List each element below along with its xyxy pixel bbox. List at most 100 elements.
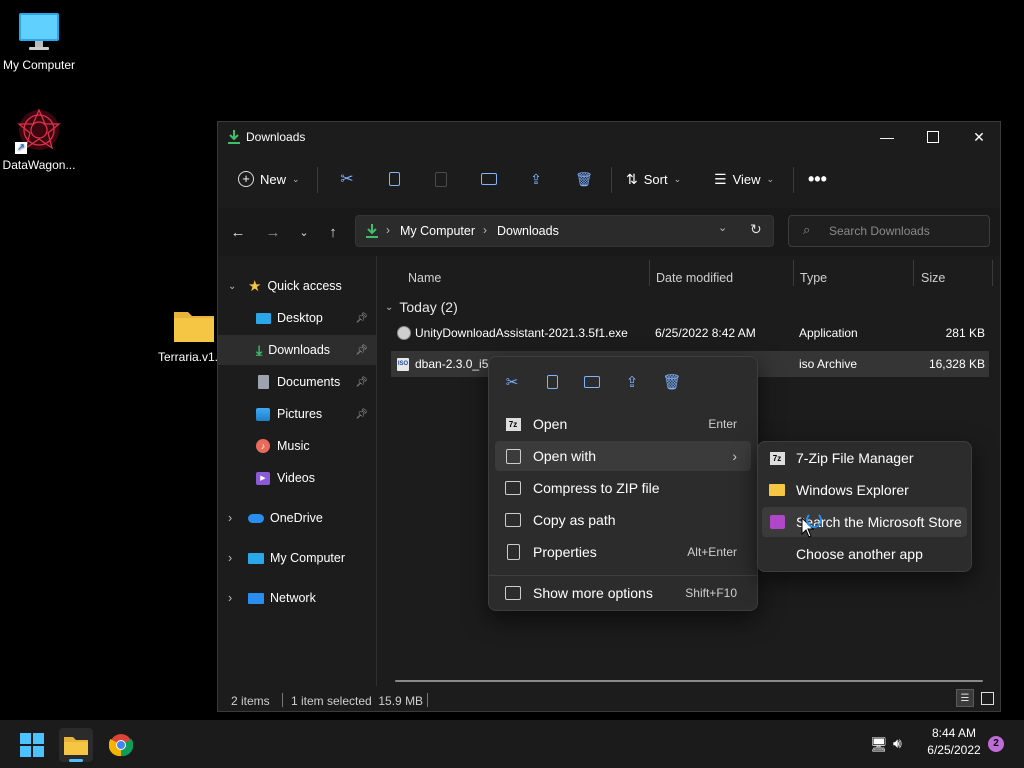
context-show-more-options[interactable]: Show more options Shift+F10: [495, 578, 751, 608]
context-copy-button[interactable]: [539, 371, 565, 393]
paste-button[interactable]: [429, 158, 453, 200]
sort-button[interactable]: ⇅ Sort ⌄: [626, 158, 681, 200]
chevron-down-icon: ⌄: [292, 173, 300, 184]
properties-icon: [503, 542, 523, 562]
forward-button[interactable]: →: [259, 218, 287, 246]
context-properties[interactable]: Properties Alt+Enter: [495, 537, 751, 567]
search-box[interactable]: ⌕ Search Downloads: [788, 215, 990, 247]
recent-locations-button[interactable]: ⌄: [290, 218, 318, 246]
taskbar-file-explorer[interactable]: [59, 728, 93, 762]
submenu-microsoft-store[interactable]: Search the Microsoft Store: [762, 507, 967, 537]
desktop-icon-datawagon[interactable]: ↗ DataWagon...: [0, 106, 79, 172]
group-header[interactable]: ⌄ Today (2): [385, 296, 458, 318]
chevron-down-icon: ⌄: [228, 280, 237, 292]
start-button[interactable]: [15, 728, 49, 762]
submenu-7zip[interactable]: 7z 7-Zip File Manager: [762, 443, 967, 473]
file-type: iso Archive: [799, 357, 858, 371]
sidebar-item-downloads[interactable]: ⤓ Downloads 📌︎: [218, 335, 376, 365]
refresh-button[interactable]: ↻: [750, 221, 762, 238]
plus-circle-icon: +: [238, 171, 254, 187]
context-compress-zip[interactable]: Compress to ZIP file: [495, 473, 751, 503]
new-button[interactable]: + New ⌄: [238, 158, 300, 200]
videos-icon: ▶: [256, 471, 270, 485]
chevron-right-icon: ›: [228, 551, 233, 565]
desktop-icon-my-computer[interactable]: My Computer: [0, 10, 79, 72]
file-size: 16,328 KB: [928, 357, 985, 371]
sidebar-item-music[interactable]: ♪ Music: [218, 431, 376, 461]
sidebar-item-videos[interactable]: ▶ Videos: [218, 463, 376, 493]
submenu-item-label: Choose another app: [796, 546, 923, 562]
title-bar[interactable]: Downloads — ✕: [218, 122, 1000, 152]
chevron-right-icon: ›: [483, 223, 487, 237]
submenu-choose-another-app[interactable]: Choose another app: [762, 539, 967, 569]
rename-icon: [584, 376, 600, 388]
chevron-down-icon: ⌄: [385, 301, 394, 313]
clock-date: 6/25/2022: [927, 743, 981, 757]
download-icon: [227, 129, 241, 145]
sidebar-item-quick-access[interactable]: ⌄ ★ Quick access: [218, 271, 376, 301]
volume-icon[interactable]: 🔊︎: [893, 735, 902, 752]
documents-icon: [258, 375, 269, 389]
file-size: 281 KB: [945, 326, 985, 340]
sidebar-item-onedrive[interactable]: › OneDrive: [218, 503, 376, 533]
desktop-icon-label: Terraria.v1.4: [158, 350, 220, 364]
context-delete-button[interactable]: 🗑︎: [659, 371, 685, 393]
taskbar-chrome[interactable]: [104, 728, 138, 762]
share-button[interactable]: ⇪: [524, 158, 548, 200]
copy-button[interactable]: [382, 158, 406, 200]
breadcrumb-downloads[interactable]: Downloads: [497, 224, 559, 238]
pin-icon: 📌︎: [355, 344, 368, 356]
share-icon: ⇪: [530, 170, 542, 187]
submenu-windows-explorer[interactable]: Windows Explorer: [762, 475, 967, 505]
cut-button[interactable]: ✂: [335, 158, 359, 200]
rename-button[interactable]: [477, 158, 501, 200]
more-options-button[interactable]: •••: [808, 158, 827, 200]
notification-badge[interactable]: 2: [988, 736, 1004, 752]
context-copy-as-path[interactable]: Copy as path: [495, 505, 751, 535]
view-button[interactable]: ☰ View ⌄: [714, 158, 774, 200]
sidebar-item-desktop[interactable]: Desktop 📌︎: [218, 303, 376, 333]
file-name: UnityDownloadAssistant-2021.3.5f1.exe: [415, 326, 628, 340]
sidebar-item-network[interactable]: › Network: [218, 583, 376, 613]
breadcrumb-my-computer[interactable]: My Computer: [400, 224, 475, 238]
sidebar-item-label: Videos: [277, 471, 315, 485]
up-button[interactable]: ↑: [319, 218, 347, 246]
network-icon[interactable]: 🖥︎: [870, 736, 888, 753]
column-header-type[interactable]: Type: [800, 266, 827, 290]
address-dropdown-button[interactable]: ⌄: [718, 221, 727, 234]
context-cut-button[interactable]: ✂: [499, 371, 525, 393]
column-header-date[interactable]: Date modified: [656, 266, 733, 290]
context-rename-button[interactable]: [579, 371, 605, 393]
context-open[interactable]: 7z Open Enter: [495, 409, 751, 439]
close-button[interactable]: ✕: [956, 122, 1002, 152]
maximize-button[interactable]: [910, 122, 956, 152]
copy-icon: [388, 172, 400, 186]
clock[interactable]: 8:44 AM 6/25/2022: [919, 726, 989, 757]
column-header-name[interactable]: Name: [408, 266, 441, 290]
context-open-with[interactable]: Open with ›: [495, 441, 751, 471]
delete-button[interactable]: 🗑︎: [572, 158, 596, 200]
details-view-icon: ☰: [960, 692, 970, 704]
sidebar-item-label: Network: [270, 591, 316, 605]
context-share-button[interactable]: ⇪: [619, 371, 645, 393]
file-row[interactable]: UnityDownloadAssistant-2021.3.5f1.exe 6/…: [391, 320, 989, 346]
column-header-size[interactable]: Size: [921, 266, 945, 290]
group-label: Today (2): [399, 299, 458, 315]
sidebar-item-pictures[interactable]: Pictures 📌︎: [218, 399, 376, 429]
ellipsis-icon: •••: [808, 168, 827, 189]
chrome-icon: [109, 733, 133, 757]
address-bar[interactable]: › My Computer › Downloads ⌄ ↻: [355, 215, 774, 247]
tiles-view-button[interactable]: [978, 689, 996, 707]
paste-icon: [435, 171, 447, 187]
scissors-icon: ✂: [505, 374, 519, 391]
status-item-count: 2 items: [231, 694, 270, 708]
desktop-icon-terraria[interactable]: Terraria.v1.4: [156, 306, 220, 364]
command-bar: + New ⌄ ✂ ⇪ 🗑︎ ⇅ Sort ⌄ ☰ View ⌄ •••: [218, 158, 1000, 200]
sidebar-item-documents[interactable]: Documents 📌︎: [218, 367, 376, 397]
minimize-button[interactable]: —: [864, 122, 910, 152]
back-button[interactable]: ←: [224, 218, 252, 246]
details-view-button[interactable]: ☰: [956, 689, 974, 707]
search-input[interactable]: Search Downloads: [829, 224, 930, 238]
sidebar-item-my-computer[interactable]: › My Computer: [218, 543, 376, 573]
horizontal-scrollbar[interactable]: [395, 680, 983, 682]
